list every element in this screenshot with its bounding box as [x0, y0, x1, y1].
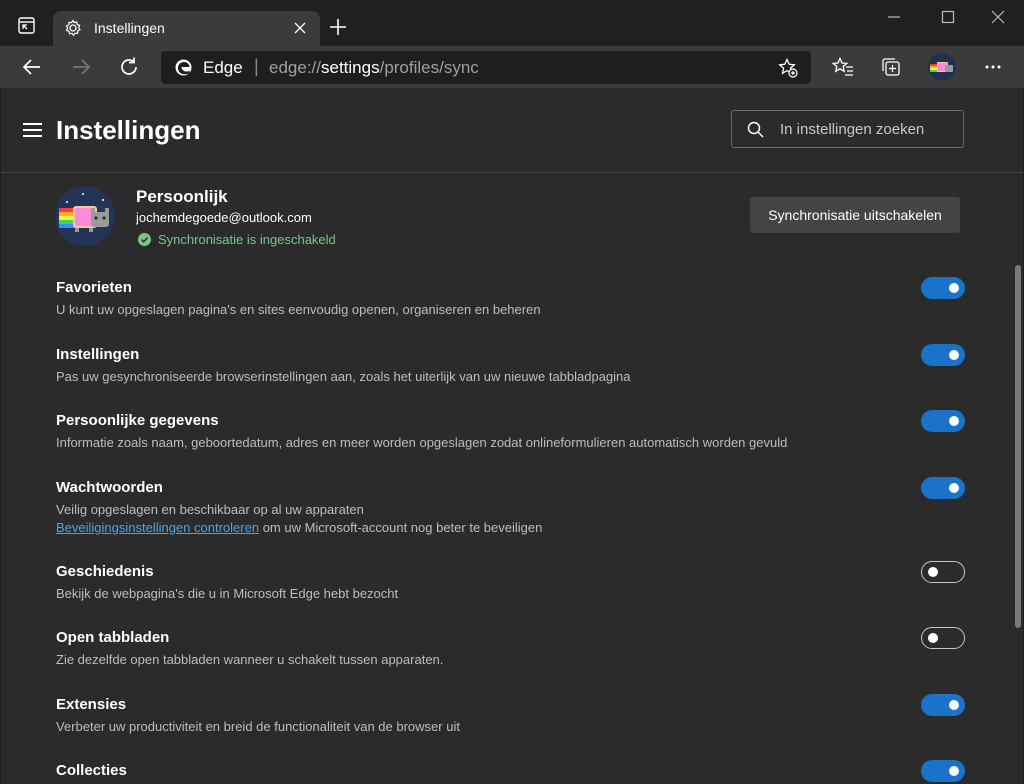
url-text[interactable]: edge://settings/profiles/sync	[269, 58, 479, 78]
close-window-icon[interactable]	[990, 9, 1006, 25]
url-prefix: edge://	[269, 58, 321, 77]
profile-email: jochemdegoede@outlook.com	[136, 210, 312, 225]
profile-avatar	[55, 186, 115, 246]
setting-description: Verbeter uw productiviteit en breid de f…	[56, 719, 460, 734]
toggle-knob	[928, 567, 938, 577]
url-highlight: settings	[321, 58, 380, 77]
close-tab-icon[interactable]	[292, 20, 308, 36]
setting-description-extra: Beveiligingsinstellingen controleren om …	[56, 520, 542, 535]
link-suffix-text: om uw Microsoft-account nog beter te bev…	[259, 520, 543, 535]
setting-title: Instellingen	[56, 346, 140, 363]
setting-title: Extensies	[56, 696, 127, 713]
toggle-knob	[949, 766, 959, 776]
toggle-knob	[949, 700, 959, 710]
new-tab-icon[interactable]	[329, 18, 347, 36]
page-title: Instellingen	[56, 115, 201, 145]
toggle-knob	[928, 633, 938, 643]
gear-icon	[65, 19, 81, 37]
nyan-cat-icon	[930, 62, 953, 72]
favorites-icon[interactable]	[832, 56, 854, 78]
setting-description: Pas uw gesynchroniseerde browserinstelli…	[56, 369, 631, 384]
minimize-icon[interactable]	[886, 9, 902, 25]
hamburger-menu-icon[interactable]	[23, 123, 42, 137]
url-suffix: /profiles/sync	[379, 58, 479, 77]
setting-description: U kunt uw opgeslagen pagina's en sites e…	[56, 302, 541, 317]
settings-page: Instellingen In instellingen zoeken Pers…	[1, 88, 1023, 784]
toggle-knob	[949, 416, 959, 426]
sync-toggle[interactable]	[921, 760, 965, 782]
toggle-knob	[949, 350, 959, 360]
scrollbar-thumb[interactable]	[1015, 265, 1021, 628]
sync-toggle[interactable]	[921, 277, 965, 299]
tab-title: Instellingen	[94, 20, 165, 36]
setting-description: Informatie zoals naam, geboortedatum, ad…	[56, 435, 788, 450]
title-bar: Instellingen	[0, 0, 1024, 46]
more-menu-icon[interactable]	[982, 56, 1004, 78]
collections-icon[interactable]	[880, 56, 902, 78]
settings-header: Instellingen	[1, 88, 1023, 173]
sync-toggle[interactable]	[921, 344, 965, 366]
sync-toggle[interactable]	[921, 694, 965, 716]
sync-status-text: Synchronisatie is ingeschakeld	[158, 232, 336, 247]
setting-title: Favorieten	[56, 279, 132, 296]
sync-toggle[interactable]	[921, 627, 965, 649]
sync-toggle[interactable]	[921, 561, 965, 583]
setting-title: Persoonlijke gegevens	[56, 412, 219, 429]
nyan-cat-image	[59, 193, 109, 232]
sync-toggle[interactable]	[921, 477, 965, 499]
setting-description: Zie dezelfde open tabbladen wanneer u sc…	[56, 652, 444, 667]
toggle-knob	[949, 283, 959, 293]
back-icon[interactable]	[21, 56, 43, 78]
search-input[interactable]	[780, 119, 955, 139]
forward-icon[interactable]	[70, 56, 92, 78]
refresh-icon[interactable]	[118, 56, 140, 78]
navigation-bar: Edge | edge://settings/profiles/sync	[0, 46, 1024, 88]
setting-description: Bekijk de webpagina's die u in Microsoft…	[56, 586, 399, 601]
window-menu-icon[interactable]	[18, 17, 35, 34]
maximize-icon[interactable]	[940, 9, 956, 25]
edge-logo-icon	[175, 59, 192, 76]
address-bar[interactable]: Edge | edge://settings/profiles/sync	[161, 51, 811, 84]
sync-toggle[interactable]	[921, 410, 965, 432]
setting-title: Collecties	[56, 762, 127, 779]
security-settings-link[interactable]: Beveiligingsinstellingen controleren	[56, 520, 259, 535]
settings-search[interactable]	[731, 110, 964, 148]
toggle-knob	[949, 483, 959, 493]
omnibox-brand: Edge	[203, 58, 243, 77]
tab-settings[interactable]: Instellingen	[53, 11, 320, 46]
profile-name: Persoonlijk	[136, 187, 228, 206]
setting-description: Veilig opgeslagen en beschikbaar op al u…	[56, 502, 364, 517]
omnibox-separator: |	[254, 56, 259, 76]
setting-title: Wachtwoorden	[56, 479, 163, 496]
setting-title: Open tabbladen	[56, 629, 170, 646]
add-favorite-icon[interactable]	[778, 58, 798, 78]
setting-title: Geschiedenis	[56, 563, 154, 580]
checkmark-circle-icon	[138, 233, 151, 246]
profile-avatar-button[interactable]	[928, 53, 956, 81]
search-icon	[747, 121, 764, 138]
disable-sync-button[interactable]: Synchronisatie uitschakelen	[750, 197, 960, 233]
